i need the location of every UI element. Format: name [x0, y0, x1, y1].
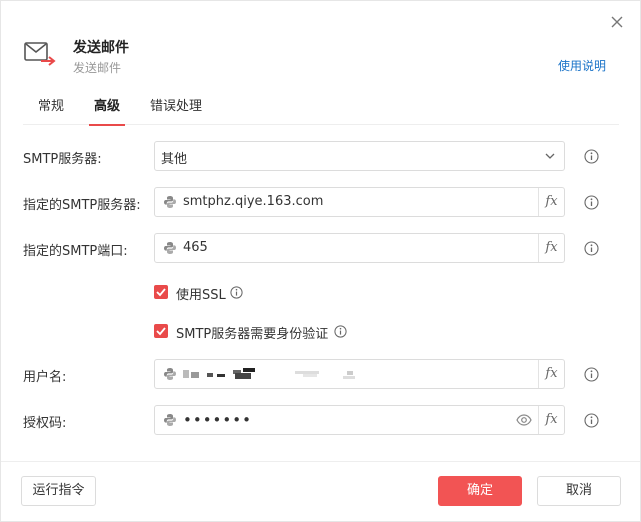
- smtp-server-select[interactable]: 其他: [154, 141, 565, 171]
- use-ssl-checkbox[interactable]: [154, 285, 168, 299]
- run-command-button[interactable]: 运行指令: [21, 476, 96, 506]
- custom-port-input[interactable]: 465 fx: [154, 233, 565, 263]
- custom-server-value: smtphz.qiye.163.com: [183, 194, 324, 209]
- use-ssl-label: 使用SSL: [176, 288, 226, 303]
- python-icon: [164, 368, 176, 380]
- fx-button[interactable]: fx: [538, 234, 564, 262]
- auth-code-value: •••••••: [183, 411, 252, 429]
- custom-port-value: 465: [183, 240, 208, 255]
- help-link[interactable]: 使用说明: [558, 57, 606, 74]
- fx-button[interactable]: fx: [538, 406, 564, 434]
- info-icon[interactable]: [584, 367, 599, 382]
- dialog-title: 发送邮件: [73, 40, 129, 56]
- info-icon[interactable]: [230, 286, 243, 299]
- smtp-server-value: 其他: [161, 152, 188, 167]
- username-input[interactable]: fx: [154, 359, 565, 389]
- dialog-footer-divider: [1, 461, 640, 462]
- fx-button[interactable]: fx: [538, 188, 564, 216]
- info-icon[interactable]: [584, 149, 599, 164]
- cancel-button[interactable]: 取消: [537, 476, 621, 506]
- auth-code-label: 授权码:: [23, 416, 67, 431]
- python-icon: [164, 196, 176, 208]
- tab-error-handling[interactable]: 错误处理: [149, 97, 203, 125]
- auth-code-input[interactable]: ••••••• fx: [154, 405, 565, 435]
- username-label: 用户名:: [23, 370, 67, 385]
- dialog-subtitle: 发送邮件: [73, 61, 122, 75]
- require-auth-label: SMTP服务器需要身份验证: [176, 327, 329, 342]
- python-icon: [164, 242, 176, 254]
- tab-bar: 常规 高级 错误处理: [23, 97, 619, 126]
- smtp-server-label: SMTP服务器:: [23, 152, 102, 167]
- send-email-dialog: 发送邮件 发送邮件 使用说明 常规 高级 错误处理 SMTP服务器: 其他 指定…: [0, 0, 641, 522]
- fx-button[interactable]: fx: [538, 360, 564, 388]
- send-mail-icon: [24, 42, 56, 66]
- info-icon[interactable]: [584, 195, 599, 210]
- custom-server-input[interactable]: smtphz.qiye.163.com fx: [154, 187, 565, 217]
- tab-advanced[interactable]: 高级: [89, 97, 125, 126]
- chevron-down-icon: [545, 153, 555, 159]
- info-icon[interactable]: [584, 413, 599, 428]
- eye-icon[interactable]: [516, 413, 532, 427]
- python-icon: [164, 414, 176, 426]
- info-icon[interactable]: [334, 325, 347, 338]
- custom-server-label: 指定的SMTP服务器:: [23, 198, 141, 213]
- close-icon[interactable]: [608, 13, 626, 31]
- info-icon[interactable]: [584, 241, 599, 256]
- tab-general[interactable]: 常规: [37, 97, 65, 125]
- require-auth-checkbox[interactable]: [154, 324, 168, 338]
- redacted-username: [183, 368, 355, 379]
- ok-button[interactable]: 确定: [438, 476, 522, 506]
- custom-port-label: 指定的SMTP端口:: [23, 244, 128, 259]
